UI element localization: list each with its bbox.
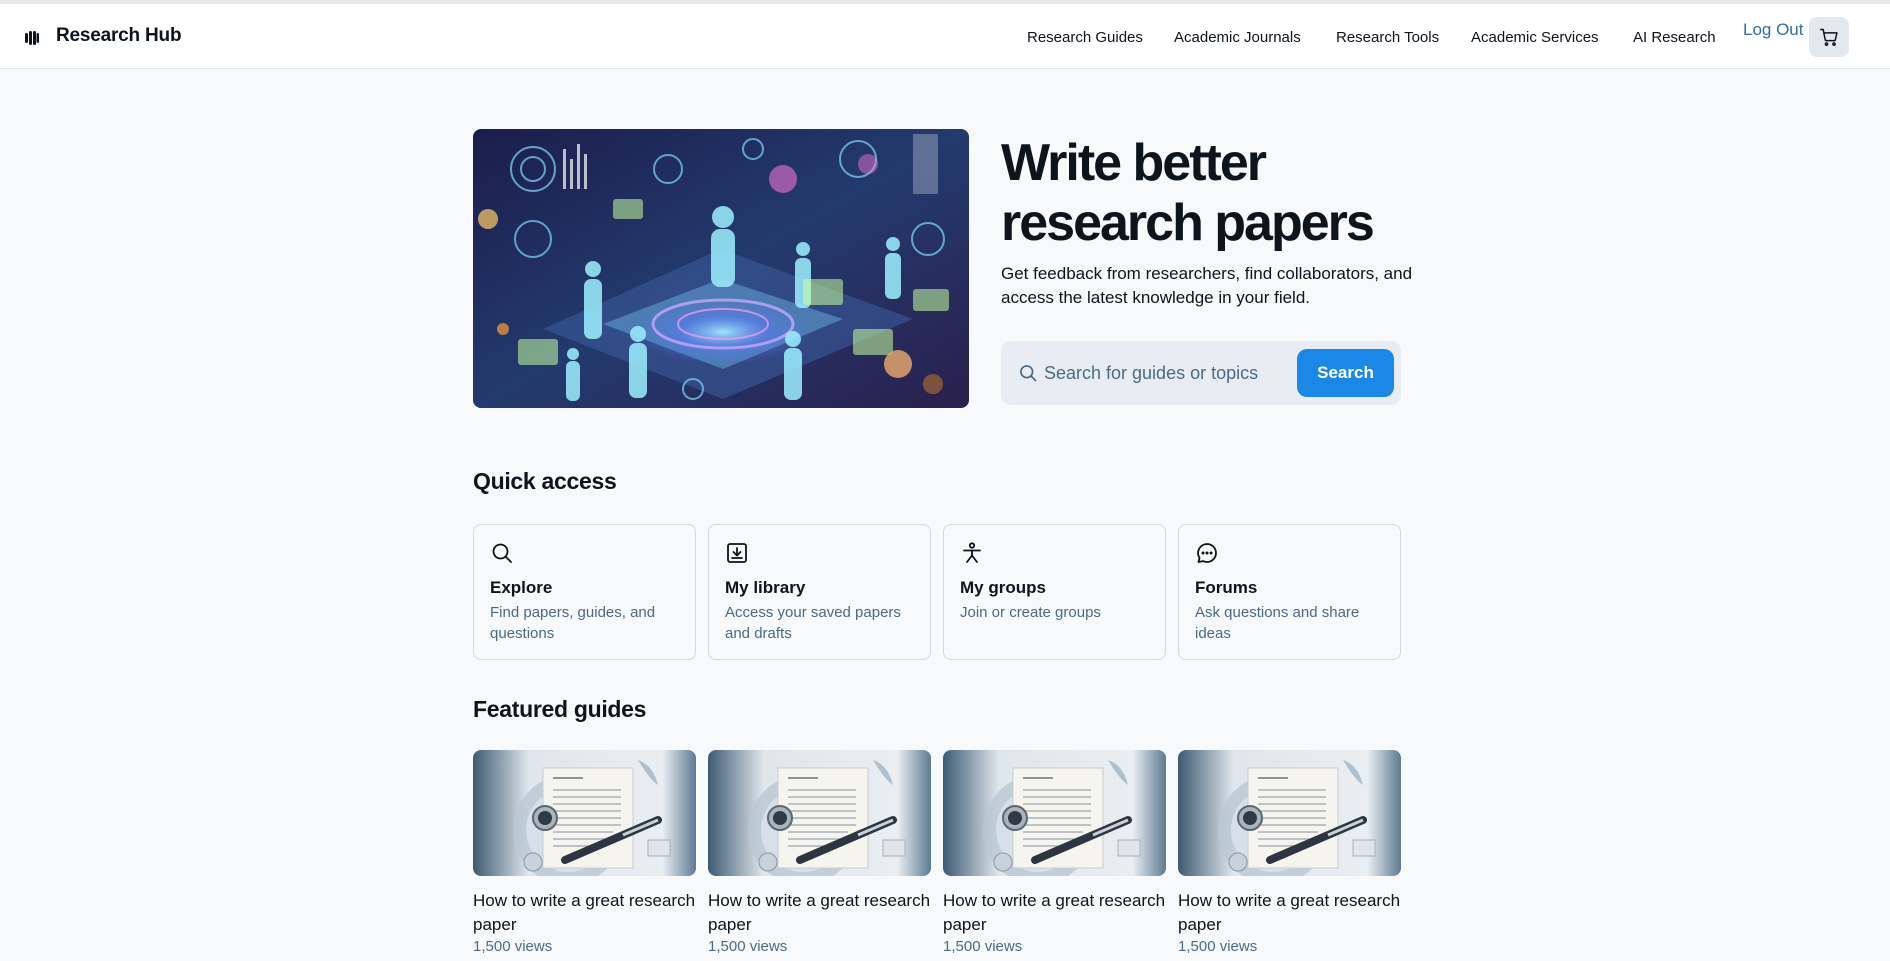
download-box-icon [727, 543, 747, 563]
nav-academic-journals[interactable]: Academic Journals [1174, 29, 1301, 46]
quick-access-desc: Join or create groups [960, 604, 1101, 621]
quick-access-desc: Ask questions and share ideas [1195, 604, 1360, 642]
hero-search-bar: Search [1001, 341, 1401, 405]
featured-guides-heading: Featured guides [473, 696, 647, 722]
guide-title: How to write a great research paper [473, 891, 696, 934]
brand-name[interactable]: Research Hub [56, 25, 182, 47]
top-nav-bar: Research Hub Research Guides Academic Jo… [0, 4, 1890, 69]
quick-access-title: Forums [1195, 578, 1258, 597]
quick-access-title: Explore [490, 578, 553, 597]
guide-title: How to write a great research paper [943, 891, 1166, 934]
search-icon [1020, 365, 1037, 382]
featured-guide-card[interactable]: How to write a great research paper 1,50… [708, 750, 931, 955]
hero-title: Write better research papers [1001, 134, 1375, 252]
hero-subtitle: Get feedback from researchers, find coll… [1001, 264, 1413, 307]
quick-access-my-groups[interactable]: My groups Join or create groups [943, 524, 1166, 660]
chat-bubble-icon [1197, 543, 1217, 563]
cart-icon [1819, 28, 1838, 46]
guide-views: 1,500 views [1178, 938, 1258, 955]
cart-button[interactable] [1809, 17, 1849, 57]
featured-guide-card[interactable]: How to write a great research paper 1,50… [473, 750, 696, 955]
search-button[interactable]: Search [1297, 349, 1394, 397]
guide-title: How to write a great research paper [708, 891, 931, 934]
person-icon [963, 542, 981, 563]
search-icon [492, 543, 512, 563]
guide-thumbnail [943, 750, 1166, 876]
search-input[interactable] [1044, 353, 1284, 393]
nav-academic-services[interactable]: Academic Services [1471, 29, 1599, 46]
guide-thumbnail [1178, 750, 1401, 876]
quick-access-heading: Quick access [473, 468, 617, 494]
nav-ai-research[interactable]: AI Research [1633, 29, 1716, 46]
guide-views: 1,500 views [473, 938, 553, 955]
quick-access-my-library[interactable]: My library Access your saved papers and … [708, 524, 931, 660]
nav-research-tools[interactable]: Research Tools [1336, 29, 1439, 46]
hero-image [473, 129, 969, 408]
logout-link[interactable]: Log Out [1743, 20, 1804, 40]
guide-title: How to write a great research paper [1178, 891, 1401, 934]
nav-research-guides[interactable]: Research Guides [1027, 29, 1143, 46]
quick-access-title: My library [725, 578, 806, 597]
featured-guide-card[interactable]: How to write a great research paper 1,50… [1178, 750, 1401, 955]
logo-icon [25, 31, 39, 45]
guide-thumbnail [473, 750, 696, 876]
guide-thumbnail [708, 750, 931, 876]
quick-access-desc: Access your saved papers and drafts [725, 604, 901, 642]
quick-access-title: My groups [960, 578, 1046, 597]
quick-access-forums[interactable]: Forums Ask questions and share ideas [1178, 524, 1401, 660]
featured-guide-card[interactable]: How to write a great research paper 1,50… [943, 750, 1166, 955]
guide-views: 1,500 views [943, 938, 1023, 955]
quick-access-explore[interactable]: Explore Find papers, guides, and questio… [473, 524, 696, 660]
quick-access-desc: Find papers, guides, and questions [490, 604, 656, 642]
guide-views: 1,500 views [708, 938, 788, 955]
